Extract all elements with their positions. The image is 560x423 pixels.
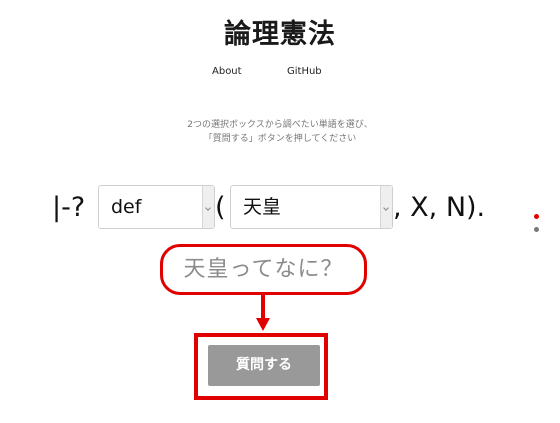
ask-button[interactable]: 質問する [208, 345, 320, 386]
chevron-down-icon[interactable] [202, 186, 214, 228]
page-title: 論理憲法 [224, 19, 336, 50]
term-select[interactable]: 天皇 [230, 185, 393, 229]
arrow-head-icon [256, 318, 270, 331]
predicate-select-value: def [111, 196, 142, 218]
chevron-down-icon[interactable] [380, 186, 392, 228]
instructions: 2つの選択ボックスから調べたい単語を選び、 「質問する」ボタンを押してください [0, 118, 560, 146]
query-open-paren: ( [215, 192, 226, 223]
scroll-dot-active-icon [534, 214, 539, 219]
predicate-select[interactable]: def [98, 185, 215, 229]
query-suffix: , X, N). [393, 192, 486, 223]
arrow-down-icon [261, 295, 265, 319]
question-callout: 天皇ってなに？ [160, 244, 367, 295]
query-prefix: |-? [52, 192, 86, 223]
nav-github-link[interactable]: GitHub [287, 66, 322, 77]
term-select-value: 天皇 [243, 196, 282, 218]
question-callout-text: 天皇ってなに？ [183, 257, 344, 282]
nav-about-link[interactable]: About [212, 66, 242, 77]
instructions-line-1: 2つの選択ボックスから調べたい単語を選び、 [187, 120, 373, 130]
instructions-line-2: 「質問する」ボタンを押してください [203, 134, 357, 144]
scroll-dot-icon [534, 227, 539, 232]
